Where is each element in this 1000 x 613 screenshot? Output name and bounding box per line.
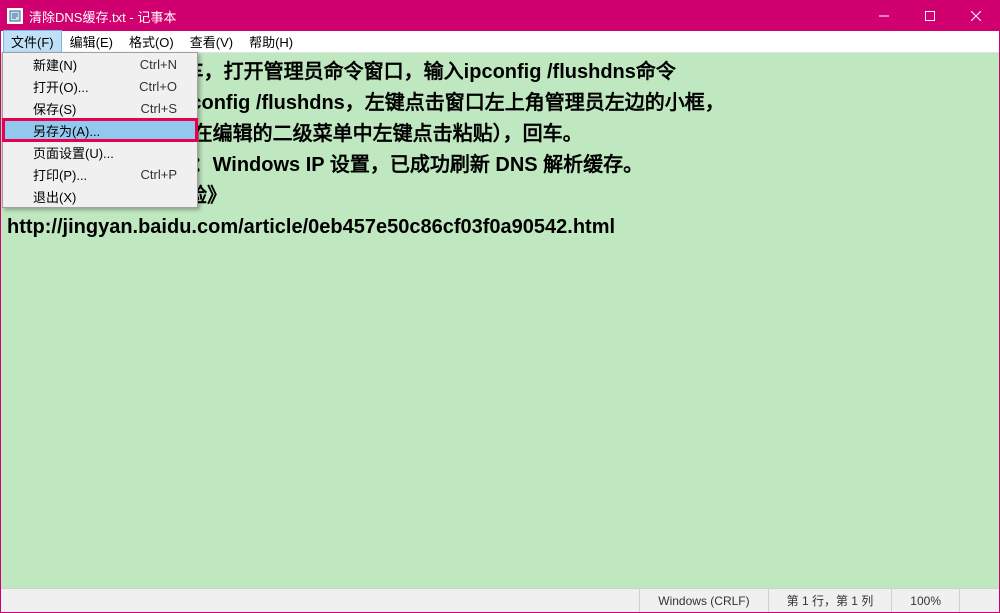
file-menu-dropdown: 新建(N)Ctrl+N打开(O)...Ctrl+O保存(S)Ctrl+S另存为(… xyxy=(2,52,198,208)
menu-item-4[interactable]: 帮助(H) xyxy=(241,30,301,53)
dropdown-item-3[interactable]: 另存为(A)... xyxy=(3,119,197,141)
dropdown-item-0[interactable]: 新建(N)Ctrl+N xyxy=(3,53,197,75)
dropdown-item-label: 另存为(A)... xyxy=(33,121,177,140)
dropdown-item-shortcut: Ctrl+O xyxy=(139,79,177,94)
dropdown-item-1[interactable]: 打开(O)...Ctrl+O xyxy=(3,75,197,97)
statusbar: Windows (CRLF) 第 1 行，第 1 列 100% xyxy=(1,588,999,612)
dropdown-item-5[interactable]: 打印(P)...Ctrl+P xyxy=(3,163,197,185)
dropdown-item-label: 打开(O)... xyxy=(33,77,139,96)
titlebar[interactable]: 清除DNS缓存.txt - 记事本 xyxy=(1,1,999,31)
dropdown-item-label: 退出(X) xyxy=(33,187,177,206)
window-controls xyxy=(861,1,999,31)
menu-item-0[interactable]: 文件(F) xyxy=(3,30,62,53)
dropdown-item-4[interactable]: 页面设置(U)... xyxy=(3,141,197,163)
menubar: 文件(F)编辑(E)格式(O)查看(V)帮助(H) xyxy=(1,31,999,53)
status-position: 第 1 行，第 1 列 xyxy=(768,589,892,612)
dropdown-item-6[interactable]: 退出(X) xyxy=(3,185,197,207)
minimize-button[interactable] xyxy=(861,1,907,31)
dropdown-item-shortcut: Ctrl+P xyxy=(141,167,177,182)
app-icon xyxy=(7,8,23,24)
dropdown-item-shortcut: Ctrl+S xyxy=(141,101,177,116)
dropdown-item-shortcut: Ctrl+N xyxy=(140,57,177,72)
maximize-button[interactable] xyxy=(907,1,953,31)
status-zoom: 100% xyxy=(891,589,959,612)
status-encoding: Windows (CRLF) xyxy=(639,589,767,612)
menu-item-1[interactable]: 编辑(E) xyxy=(62,30,121,53)
dropdown-item-label: 新建(N) xyxy=(33,55,140,74)
dropdown-item-label: 保存(S) xyxy=(33,99,141,118)
dropdown-item-label: 页面设置(U)... xyxy=(33,143,177,162)
window-title: 清除DNS缓存.txt - 记事本 xyxy=(29,7,861,26)
menu-item-3[interactable]: 查看(V) xyxy=(182,30,241,53)
dropdown-item-2[interactable]: 保存(S)Ctrl+S xyxy=(3,97,197,119)
close-button[interactable] xyxy=(953,1,999,31)
dropdown-item-label: 打印(P)... xyxy=(33,165,141,184)
menu-item-2[interactable]: 格式(O) xyxy=(121,30,182,53)
